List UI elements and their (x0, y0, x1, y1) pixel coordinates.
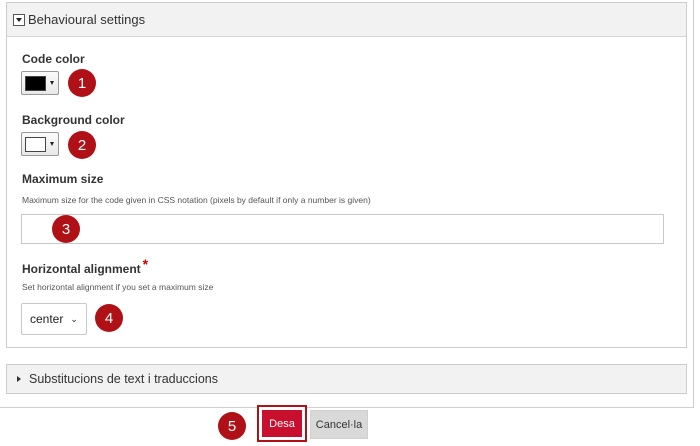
horizontal-alignment-label-text: Horizontal alignment (22, 262, 141, 276)
required-marker: * (142, 256, 149, 272)
caret-right-icon (17, 376, 21, 382)
background-color-picker[interactable] (21, 132, 59, 156)
dropdown-arrow-icon (50, 142, 54, 146)
collapse-toggle-icon[interactable] (13, 13, 25, 26)
background-color-swatch (25, 136, 46, 152)
callout-badge-1: 1 (68, 69, 96, 97)
maximum-size-input[interactable] (21, 214, 664, 244)
behavioural-settings-fieldset: Behavioural settings Code color 1 Backgr… (6, 2, 687, 348)
code-color-picker[interactable] (21, 71, 59, 95)
maximum-size-label: Maximum size (22, 172, 104, 186)
callout-badge-3: 3 (52, 215, 80, 243)
horizontal-alignment-label: Horizontal alignment * (22, 256, 148, 276)
horizontal-alignment-selected: center (30, 312, 64, 326)
fieldset-header[interactable]: Behavioural settings (7, 3, 686, 37)
cancel-button[interactable]: Cancel·la (310, 410, 368, 439)
dropdown-arrow-icon (50, 81, 54, 85)
maximum-size-help: Maximum size for the code given in CSS n… (22, 195, 371, 205)
code-color-label: Code color (22, 52, 85, 66)
substitutions-section-header[interactable]: Substitucions de text i traduccions (6, 364, 687, 394)
save-button[interactable]: Desa (262, 410, 302, 437)
callout-badge-2: 2 (68, 131, 96, 159)
horizontal-alignment-select[interactable]: center ⌄ (21, 303, 87, 335)
horizontal-alignment-help: Set horizontal alignment if you set a ma… (22, 282, 214, 292)
callout-badge-5: 5 (218, 412, 246, 440)
save-button-highlight: Desa (257, 405, 307, 442)
background-color-label: Background color (22, 113, 125, 127)
substitutions-section-title: Substitucions de text i traduccions (29, 372, 218, 386)
callout-badge-4: 4 (95, 304, 123, 332)
code-color-swatch (25, 75, 46, 91)
chevron-down-icon: ⌄ (70, 313, 78, 324)
fieldset-title: Behavioural settings (28, 12, 146, 27)
